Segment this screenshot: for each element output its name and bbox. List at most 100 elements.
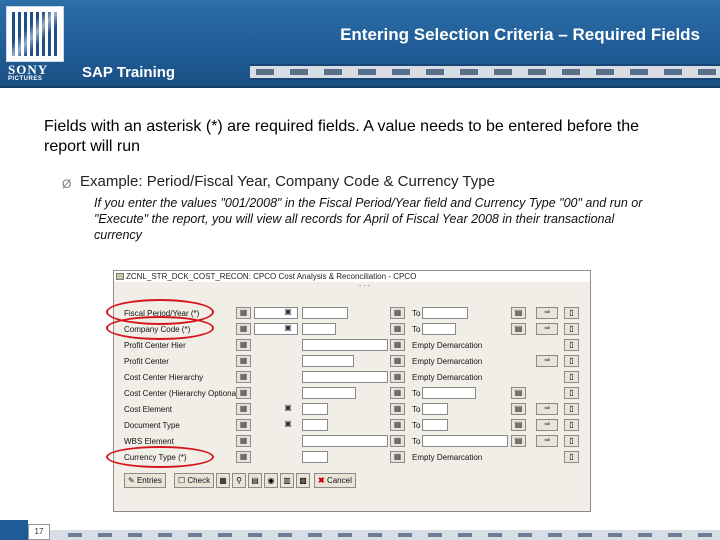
brand-sub: PICTURES — [8, 76, 43, 82]
multiple-selection-icon[interactable]: ⇒ — [536, 355, 558, 367]
to-label: To — [412, 325, 421, 334]
lock-icon[interactable]: ▤ — [511, 323, 526, 335]
variable-icon[interactable]: ▦ — [236, 403, 251, 415]
variable-icon[interactable]: ▦ — [236, 419, 251, 431]
variable-icon-2[interactable]: ▦ — [390, 307, 405, 319]
label-profit-center: Profit Center — [124, 357, 169, 366]
lock-icon[interactable]: ▤ — [511, 403, 526, 415]
check-label: Check — [187, 476, 211, 485]
slide-title: Entering Selection Criteria – Required F… — [340, 25, 700, 44]
label-document-type: Document Type — [124, 421, 180, 430]
copy-icon[interactable]: ▥ — [280, 473, 294, 488]
to-label: To — [412, 389, 421, 398]
page-number: 17 — [28, 524, 50, 540]
cost-element-from-field[interactable] — [302, 403, 328, 415]
info-icon[interactable]: ▯ — [564, 339, 579, 351]
multiple-selection-icon[interactable]: ⇒ — [536, 323, 558, 335]
variable-icon-2[interactable]: ▦ — [390, 371, 405, 383]
sap-window-icon — [116, 273, 124, 280]
variable-icon-2[interactable]: ▦ — [390, 339, 405, 351]
cost-element-to-field[interactable] — [422, 403, 448, 415]
cancel-label: Cancel — [326, 476, 352, 485]
document-type-from-field[interactable] — [302, 419, 328, 431]
fiscal-period-from-value[interactable] — [302, 307, 348, 319]
footer-stripe — [0, 520, 28, 540]
lock-icon[interactable]: ▤ — [511, 435, 526, 447]
fiscal-period-to-field[interactable] — [422, 307, 468, 319]
document-type-to-field[interactable] — [422, 419, 448, 431]
variable-icon[interactable]: ▦ — [236, 323, 251, 335]
save-icon[interactable]: ▦ — [216, 473, 230, 488]
sap-separator: - - - — [359, 283, 370, 290]
info-icon[interactable]: ▯ — [564, 323, 579, 335]
info-icon[interactable]: ▯ — [564, 403, 579, 415]
row-profit-center: Profit Center ▦ ▦ Empty Demarcation ⇒ ▯ — [122, 355, 586, 368]
training-label: SAP Training — [82, 64, 176, 81]
info-icon[interactable]: ▯ — [564, 307, 579, 319]
label-profit-center-hier: Profit Center Hier — [124, 341, 186, 350]
variable-icon[interactable]: ▦ — [236, 435, 251, 447]
lock-icon[interactable]: ▤ — [511, 419, 526, 431]
sony-logo-icon — [6, 6, 64, 62]
film-strip-decoration — [250, 64, 720, 80]
check-button[interactable]: ☐ Check — [174, 473, 215, 488]
variable-icon-2[interactable]: ▦ — [390, 387, 405, 399]
currency-type-field[interactable] — [302, 451, 328, 463]
cost-center-to-field[interactable] — [422, 387, 476, 399]
info-icon[interactable]: ▯ — [564, 355, 579, 367]
variable-icon[interactable]: ▦ — [236, 307, 251, 319]
wbs-element-from-field[interactable] — [302, 435, 388, 447]
info-icon[interactable]: ▯ — [564, 419, 579, 431]
search-help-icon[interactable]: ▣ — [282, 419, 294, 431]
multiple-selection-icon[interactable]: ⇒ — [536, 307, 558, 319]
detail-text: If you enter the values "001/2008" in th… — [94, 196, 643, 242]
filter-icon[interactable]: ⚲ — [232, 473, 246, 488]
empty-demarcation-label: Empty Demarcation — [412, 357, 483, 366]
variable-icon[interactable]: ▦ — [236, 371, 251, 383]
info-icon[interactable]: ▯ — [564, 435, 579, 447]
variable-icon-2[interactable]: ▦ — [390, 435, 405, 447]
row-wbs-element: WBS Element ▦ ▦ To ▤ ⇒ ▯ — [122, 435, 586, 448]
row-document-type: Document Type ▦ ▣ ▦ To ▤ ⇒ ▯ — [122, 419, 586, 432]
cost-center-from-field[interactable] — [302, 387, 356, 399]
cost-center-hierarchy-field[interactable] — [302, 371, 388, 383]
to-label: To — [412, 405, 421, 414]
company-code-value[interactable] — [302, 323, 336, 335]
variable-icon[interactable]: ▦ — [236, 387, 251, 399]
info-icon[interactable]: ▯ — [564, 387, 579, 399]
entries-label: Entries — [136, 476, 162, 485]
variable-icon-2[interactable]: ▦ — [390, 451, 405, 463]
profit-center-field[interactable] — [302, 355, 354, 367]
variable-icon-2[interactable]: ▦ — [390, 419, 405, 431]
find-icon[interactable]: ◉ — [264, 473, 278, 488]
header-banner: SONY PICTURES SAP Training Entering Sele… — [0, 0, 720, 88]
lock-icon[interactable]: ▤ — [511, 307, 526, 319]
row-cost-center-hierarchy: Cost Center Hierarchy ▦ ▦ Empty Demarcat… — [122, 371, 586, 384]
multiple-selection-icon[interactable]: ⇒ — [536, 435, 558, 447]
multiple-selection-icon[interactable]: ⇒ — [536, 403, 558, 415]
search-help-icon[interactable]: ▣ — [282, 323, 294, 335]
search-help-icon[interactable]: ▣ — [282, 403, 294, 415]
label-cost-center-hierarchy: Cost Center Hierarchy — [124, 373, 204, 382]
variable-icon[interactable]: ▦ — [236, 451, 251, 463]
sap-selection-screen: ZCNL_STR_DCK_COST_RECON: CPCO Cost Analy… — [106, 270, 591, 512]
entries-button[interactable]: ✎ Entries — [124, 473, 166, 488]
row-cost-center: Cost Center (Hierarchy Optional) ▦ ▦ To … — [122, 387, 586, 400]
lock-icon[interactable]: ▤ — [511, 387, 526, 399]
multiple-selection-icon[interactable]: ⇒ — [536, 419, 558, 431]
print-icon[interactable]: ▤ — [248, 473, 262, 488]
variable-icon[interactable]: ▦ — [236, 339, 251, 351]
info-icon[interactable]: ▯ — [564, 371, 579, 383]
profit-center-hier-field[interactable] — [302, 339, 388, 351]
cancel-button[interactable]: ✖ Cancel — [314, 473, 356, 488]
variable-icon-2[interactable]: ▦ — [390, 403, 405, 415]
brand-name: SONY — [8, 62, 49, 77]
variable-icon-2[interactable]: ▦ — [390, 355, 405, 367]
layout-icon[interactable]: ▩ — [296, 473, 310, 488]
info-icon[interactable]: ▯ — [564, 451, 579, 463]
variable-icon-2[interactable]: ▦ — [390, 323, 405, 335]
wbs-element-to-field[interactable] — [422, 435, 508, 447]
company-code-to-field[interactable] — [422, 323, 456, 335]
search-help-icon[interactable]: ▣ — [282, 307, 294, 319]
variable-icon[interactable]: ▦ — [236, 355, 251, 367]
